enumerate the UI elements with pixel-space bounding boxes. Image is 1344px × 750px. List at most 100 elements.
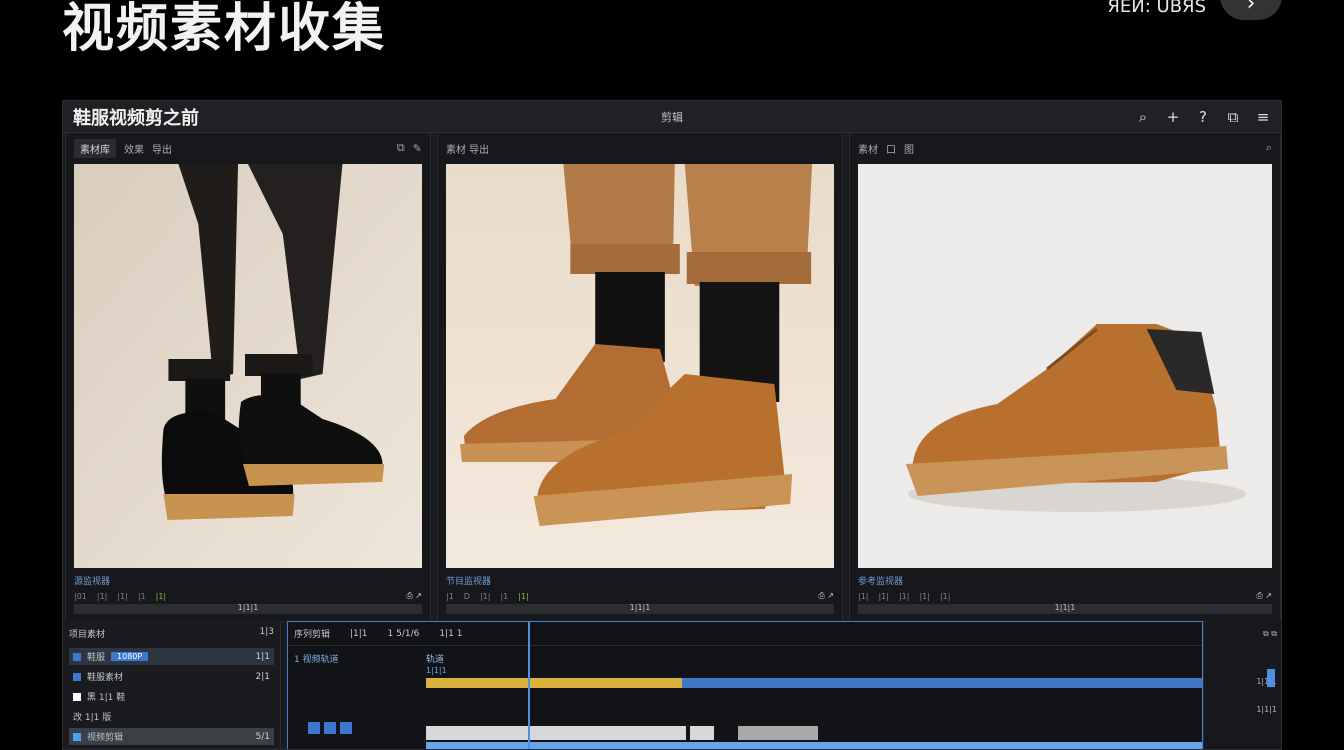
ctrl-item[interactable]: |1| bbox=[480, 592, 490, 601]
viewer-controls: |1| |1| |1| |1| |1| ⎙ ↗ bbox=[858, 590, 1272, 602]
viewer-tab[interactable]: 素材 导出 bbox=[446, 141, 489, 156]
viewer-tab[interactable]: 效果 bbox=[124, 141, 144, 156]
help-icon[interactable]: ? bbox=[1195, 109, 1211, 125]
bin-item-value: 1|1 bbox=[255, 651, 270, 662]
viewer-tab[interactable]: 导出 bbox=[152, 141, 172, 156]
timeline-title: 序列剪辑 bbox=[294, 630, 331, 640]
level-meter bbox=[1267, 669, 1275, 687]
track-toggle[interactable] bbox=[308, 722, 320, 734]
search-icon[interactable]: ⌕ bbox=[1266, 141, 1272, 155]
track-label: 1 视频轨道 bbox=[294, 655, 339, 665]
clip-swatch bbox=[73, 672, 81, 681]
window-icon[interactable]: ⧉ ⧉ bbox=[1263, 629, 1277, 639]
window-icon[interactable]: ⧉ bbox=[397, 141, 405, 155]
checkbox[interactable] bbox=[73, 692, 81, 701]
video-track-bar[interactable] bbox=[426, 742, 1202, 749]
export-icon[interactable]: ⎙ ↗ bbox=[406, 591, 422, 601]
viewer-header: 素材 导出 bbox=[438, 134, 842, 162]
brown-shoes-frame bbox=[446, 164, 834, 568]
bin-item[interactable]: 鞋服素材 2|1 bbox=[69, 668, 274, 685]
audio-clip[interactable] bbox=[738, 726, 818, 740]
ctrl-item[interactable]: D bbox=[464, 592, 470, 601]
viewer-controls: |01 |1| |1| |1 |1| ⎙ ↗ bbox=[74, 590, 422, 602]
scrub-timecode: 1|1|1 bbox=[629, 603, 651, 612]
track-controls bbox=[308, 722, 352, 734]
ctrl-item[interactable]: |1| bbox=[518, 592, 528, 601]
track-name: 轨道 bbox=[426, 655, 445, 665]
ctrl-item[interactable]: |1| bbox=[899, 592, 909, 601]
bin-header: 项目素材 1|3 bbox=[69, 627, 274, 640]
viewer-tab[interactable]: 图 bbox=[904, 141, 914, 156]
clip-yellow[interactable] bbox=[426, 678, 682, 688]
black-shoes-frame bbox=[74, 164, 422, 568]
export-icon[interactable]: ⎙ ↗ bbox=[818, 591, 834, 601]
export-icon[interactable]: ⎙ ↗ bbox=[1256, 591, 1272, 601]
viewer-header: 素材 口 图 ⌕ bbox=[850, 134, 1280, 162]
track-toggle[interactable] bbox=[324, 722, 336, 734]
resolution-badge: 1080P bbox=[111, 652, 149, 661]
clip-swatch bbox=[73, 652, 81, 661]
ctrl-item[interactable]: |1 bbox=[446, 592, 454, 601]
window-icon[interactable]: ⧉ bbox=[1225, 109, 1241, 125]
ctrl-item[interactable]: |1| bbox=[858, 592, 868, 601]
plus-icon[interactable]: + bbox=[1165, 109, 1181, 125]
viewer-header: 素材库 效果 导出 ⧉ ✎ bbox=[66, 134, 430, 162]
project-bin: 项目素材 1|3 鞋服 1080P 1|1 鞋服素材 2|1 黑 1|1 鞋 改… bbox=[63, 621, 281, 749]
timeline-tracks: 1 视频轨道 轨道 1|1|1 bbox=[288, 622, 1202, 749]
clip-blue[interactable] bbox=[682, 678, 1202, 688]
single-shoe-frame bbox=[858, 164, 1272, 568]
ctrl-item[interactable]: |1| bbox=[878, 592, 888, 601]
ctrl-item[interactable]: |1 bbox=[138, 592, 146, 601]
viewer-tab[interactable]: 素材 bbox=[858, 141, 878, 156]
viewer-tab[interactable]: 口 bbox=[886, 141, 896, 156]
next-button[interactable]: › bbox=[1220, 0, 1282, 20]
viewer-tab[interactable]: 素材库 bbox=[74, 138, 116, 158]
bin-item-label: 黑 1|1 鞋 bbox=[87, 693, 126, 703]
bin-item[interactable]: 鞋服 1080P 1|1 bbox=[69, 648, 274, 665]
titlebar: 鞋服视频剪之前 剪辑 ⌕ + ? ⧉ ≡ bbox=[63, 101, 1281, 133]
viewer-caption: 源监视器 bbox=[74, 577, 111, 587]
scrub-bar[interactable]: 1|1|1 bbox=[858, 603, 1272, 614]
timeline-ruler: 1|1|1 bbox=[426, 666, 447, 675]
viewer-panels: 素材库 效果 导出 ⧉ ✎ 源监视器 |01 |1| |1| |1 |1| ⎙ … bbox=[63, 134, 1281, 620]
track-toggle[interactable] bbox=[340, 722, 352, 734]
bin-item-label: 鞋服 bbox=[87, 653, 106, 663]
viewer-caption: 参考监视器 bbox=[858, 577, 904, 587]
playhead[interactable] bbox=[528, 622, 530, 749]
bin-item[interactable]: 视频剪辑 5/1 bbox=[69, 728, 274, 745]
app-menu[interactable]: 剪辑 bbox=[661, 109, 683, 125]
bin-item-label: 鞋服素材 bbox=[87, 673, 124, 683]
audio-clip[interactable] bbox=[690, 726, 714, 740]
ctrl-item[interactable]: |1| bbox=[156, 592, 166, 601]
search-icon[interactable]: ⌕ bbox=[1135, 109, 1151, 125]
audio-clip[interactable] bbox=[426, 726, 686, 740]
timeline-header: 序列剪辑 |1|1 1 5/1/6 1|1 1 bbox=[288, 622, 1202, 646]
ctrl-item[interactable]: |1| bbox=[919, 592, 929, 601]
scrub-bar[interactable]: 1|1|1 bbox=[446, 603, 834, 614]
bottom-panels: 项目素材 1|3 鞋服 1080P 1|1 鞋服素材 2|1 黑 1|1 鞋 改… bbox=[63, 621, 1281, 749]
bin-title: 项目素材 bbox=[69, 630, 106, 640]
bin-item[interactable]: 黑 1|1 鞋 bbox=[69, 688, 274, 705]
ctrl-item[interactable]: |1| bbox=[117, 592, 127, 601]
scrub-bar[interactable]: 1|1|1 bbox=[74, 603, 422, 614]
pencil-icon[interactable]: ✎ bbox=[413, 142, 422, 155]
timeline-panel: 序列剪辑 |1|1 1 5/1/6 1|1 1 1 视频轨道 轨道 1|1|1 bbox=[287, 621, 1203, 749]
timecode: |1|1 bbox=[350, 628, 368, 639]
right-rail: ⧉ ⧉ 1|1|1 1|1|1 bbox=[1203, 621, 1281, 749]
menu-icon[interactable]: ≡ bbox=[1255, 109, 1271, 125]
viewer-panel: 素材 口 图 ⌕ 参考监视器 |1| |1| |1| |1| |1| ⎙ ↗ 1… bbox=[849, 134, 1281, 620]
chevron-right-icon: › bbox=[1246, 0, 1256, 16]
scrub-timecode: 1|1|1 bbox=[237, 603, 259, 612]
page-title: 视频素材收集 bbox=[62, 0, 387, 59]
viewer-controls: |1 D |1| |1 |1| ⎙ ↗ bbox=[446, 590, 834, 602]
ctrl-item[interactable]: |1| bbox=[97, 592, 107, 601]
timecode: 1|1 1 bbox=[439, 628, 463, 639]
toolbar-icons: ⌕ + ? ⧉ ≡ bbox=[1135, 109, 1271, 125]
ctrl-item[interactable]: |1 bbox=[500, 592, 508, 601]
ctrl-item[interactable]: |01 bbox=[74, 592, 87, 601]
bin-item[interactable]: 改 1|1 版 bbox=[69, 708, 274, 725]
app-title: 鞋服视频剪之前 bbox=[73, 107, 199, 129]
scrub-timecode: 1|1|1 bbox=[1054, 603, 1076, 612]
bin-item-label: 改 1|1 版 bbox=[73, 713, 112, 723]
ctrl-item[interactable]: |1| bbox=[940, 592, 950, 601]
